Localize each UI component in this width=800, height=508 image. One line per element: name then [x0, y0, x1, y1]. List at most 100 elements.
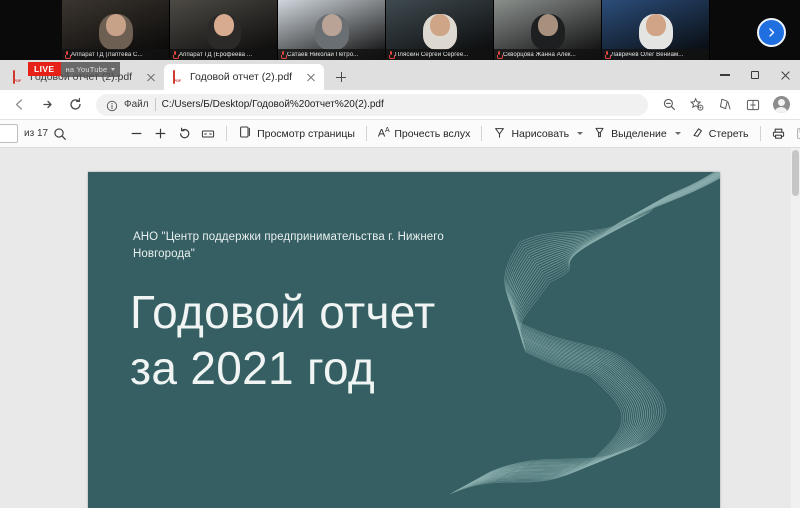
video-conference-strip: Аппарат ГД (Лаптева С... Аппарат ГД (Ероф… [0, 0, 800, 60]
rotate-button[interactable] [172, 122, 196, 146]
participant-tile[interactable]: Пляскин Сергей Сергее... [386, 0, 494, 60]
participant-head [645, 14, 666, 36]
participant-name-bar: Пляскин Сергей Сергее... [386, 49, 493, 60]
pdf-toolbar: из 17 Просмотр страницы AA Прочесть вслу… [0, 120, 800, 148]
participant-name: Сатаев Николай Петро... [287, 51, 359, 58]
page-view-button[interactable]: Просмотр страницы [233, 123, 360, 145]
pdf-file-icon [173, 70, 184, 84]
participant-tile[interactable]: Аппарат ГД (Лаптева С... [62, 0, 170, 60]
close-tab-icon[interactable] [304, 70, 318, 84]
live-label: LIVE [28, 62, 61, 76]
next-participants-button[interactable] [757, 18, 786, 47]
participant-name: Лавричев Олег Вениам... [611, 51, 684, 58]
page-view-label: Просмотр страницы [257, 127, 355, 140]
read-aloud-icon: AA [377, 127, 390, 140]
pdf-viewer[interactable]: АНО "Центр поддержки предпринимательства… [0, 148, 800, 508]
participant-head [213, 14, 234, 36]
participant-name: Скворцова Жанна Алек... [503, 51, 576, 58]
eraser-icon [691, 126, 704, 142]
chevron-down-icon[interactable] [674, 132, 681, 135]
youtube-platform-text: на YouTube [65, 64, 108, 74]
highlighter-icon [593, 126, 606, 142]
split-screen-icon[interactable] [740, 92, 766, 118]
participant-name-bar: Лавричев Олег Вениам... [602, 49, 709, 60]
minimize-button[interactable] [710, 60, 740, 90]
vertical-scrollbar[interactable] [791, 148, 800, 508]
omnibox-divider [154, 98, 156, 111]
save-button[interactable] [791, 122, 800, 146]
pdf-file-icon [13, 70, 24, 84]
chevron-down-icon[interactable] [577, 132, 584, 135]
zoom-out-button[interactable] [124, 122, 148, 146]
participant-name: Аппарат ГД (Лаптева С... [71, 51, 143, 58]
collections-icon[interactable] [712, 92, 738, 118]
participant-head [429, 14, 450, 36]
participant-name-bar: Аппарат ГД (Лаптева С... [62, 49, 169, 60]
scheme-label: Файл [124, 99, 149, 110]
youtube-platform-label[interactable]: на YouTube [60, 61, 121, 77]
draw-button[interactable]: Нарисовать [488, 123, 588, 145]
participant-name: Пляскин Сергей Сергее... [395, 51, 469, 58]
browser-tab[interactable]: Годовой отчет (2).pdf [164, 64, 324, 90]
window-controls [710, 60, 800, 90]
participant-head [321, 14, 342, 36]
erase-label: Стереть [708, 127, 749, 140]
page-number-input[interactable] [0, 124, 18, 143]
page-total-label: из 17 [24, 128, 49, 139]
zoom-icon[interactable] [656, 92, 682, 118]
document-title-line1: Годовой отчет [130, 286, 436, 338]
youtube-live-badge[interactable]: LIVE на YouTube [28, 61, 121, 77]
close-window-button[interactable] [770, 60, 800, 90]
muted-microphone-icon [389, 51, 395, 59]
scrollbar-thumb[interactable] [792, 150, 799, 196]
screen-root: Аппарат ГД (Лаптева С... Аппарат ГД (Ероф… [0, 0, 800, 508]
highlight-button[interactable]: Выделение [588, 123, 686, 145]
chevron-down-icon [111, 67, 116, 71]
url-text: C:/Users/Б/Desktop/Годовой%20отчет%20(2)… [161, 99, 384, 110]
muted-microphone-icon [497, 51, 503, 59]
favorites-settings-icon[interactable] [684, 92, 710, 118]
document-title-line2: за 2021 год [130, 342, 376, 394]
draw-label: Нарисовать [511, 127, 570, 140]
participant-name: Аппарат ГД (Ерофеева ... [179, 51, 253, 58]
erase-button[interactable]: Стереть [686, 123, 754, 145]
muted-microphone-icon [605, 51, 611, 59]
address-bar[interactable]: Файл C:/Users/Б/Desktop/Годовой%20отчет%… [96, 93, 648, 116]
document-organization: АНО "Центр поддержки предпринимательства… [133, 231, 444, 260]
document-title: Годовой отчет за 2021 год [130, 284, 550, 396]
pdf-page-1: АНО "Центр поддержки предпринимательства… [88, 172, 720, 508]
participant-tile[interactable]: Скворцова Жанна Алек... [494, 0, 602, 60]
new-tab-button[interactable] [328, 64, 354, 90]
participant-tile[interactable]: Сатаев Николай Петро... [278, 0, 386, 60]
participant-tile[interactable]: Аппарат ГД (Ерофеева ... [170, 0, 278, 60]
participant-name-bar: Скворцова Жанна Алек... [494, 49, 601, 60]
zoom-in-button[interactable] [148, 122, 172, 146]
page-view-icon [238, 125, 252, 142]
refresh-button[interactable] [62, 92, 88, 118]
print-button[interactable] [767, 122, 791, 146]
search-icon[interactable] [48, 122, 72, 146]
muted-microphone-icon [65, 51, 71, 59]
participant-head [537, 14, 558, 36]
participant-tile[interactable]: Лавричев Олег Вениам... [602, 0, 710, 60]
read-aloud-label: Прочесть вслух [394, 127, 471, 140]
maximize-restore-button[interactable] [740, 60, 770, 90]
participant-tiles: Аппарат ГД (Лаптева С... Аппарат ГД (Ероф… [62, 0, 710, 60]
muted-microphone-icon [173, 51, 179, 59]
pen-icon [493, 126, 506, 142]
participant-name-bar: Сатаев Николай Петро... [278, 49, 385, 60]
read-aloud-button[interactable]: AA Прочесть вслух [373, 123, 476, 145]
participant-name-bar: Аппарат ГД (Ерофеева ... [170, 49, 277, 60]
highlight-label: Выделение [611, 127, 667, 140]
navigation-bar: Файл C:/Users/Б/Desktop/Годовой%20отчет%… [0, 90, 800, 120]
tab-bar: Годовой отчет (2).pdfГодовой отчет (2).p… [0, 60, 800, 90]
info-icon[interactable] [106, 99, 118, 111]
close-tab-icon[interactable] [144, 70, 158, 84]
profile-avatar[interactable] [768, 92, 794, 118]
forward-button[interactable] [34, 92, 60, 118]
muted-microphone-icon [281, 51, 287, 59]
fit-to-width-button[interactable] [196, 122, 220, 146]
participant-head [105, 14, 126, 36]
browser-window: Годовой отчет (2).pdfГодовой отчет (2).p… [0, 60, 800, 508]
back-button[interactable] [6, 92, 32, 118]
